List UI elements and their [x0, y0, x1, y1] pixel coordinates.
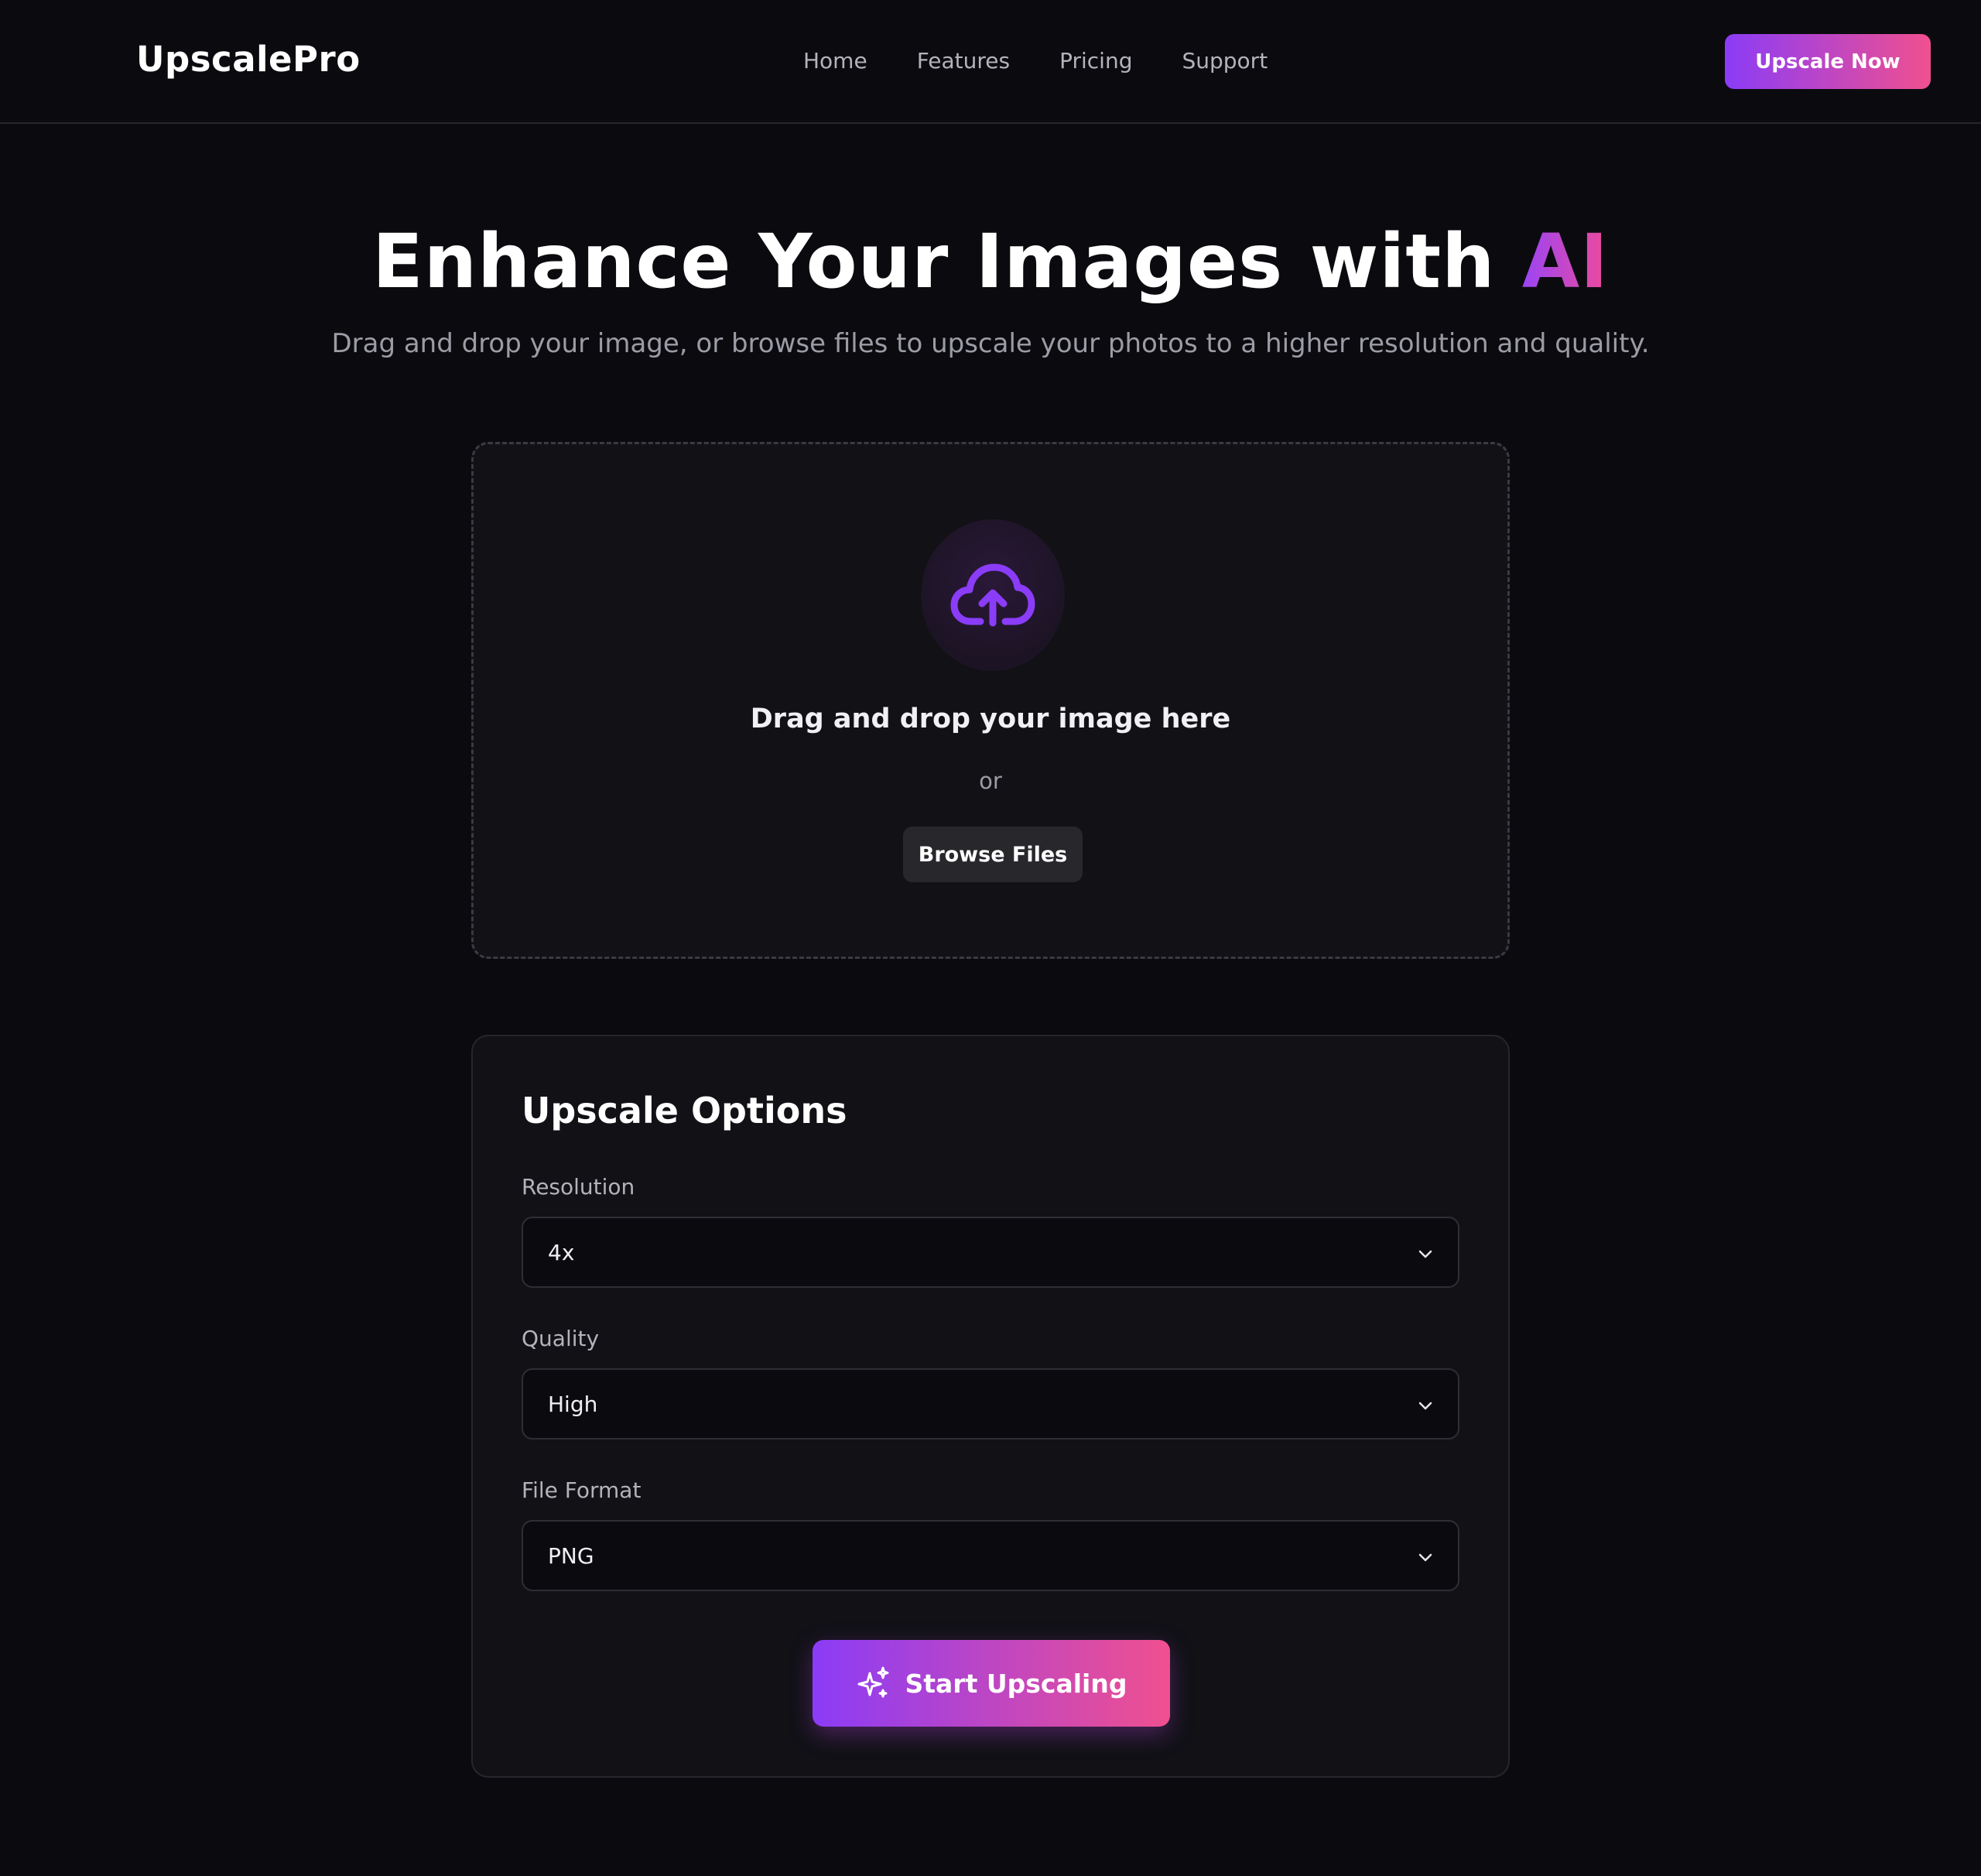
- dropzone-title: Drag and drop your image here: [750, 704, 1231, 734]
- options-title: Upscale Options: [522, 1090, 847, 1131]
- file-format-value: PNG: [548, 1543, 594, 1569]
- page-subtitle: Drag and drop your image, or browse file…: [331, 328, 1650, 359]
- chevron-down-icon: [1418, 1553, 1432, 1562]
- start-upscaling-label: Start Upscaling: [905, 1668, 1127, 1699]
- quality-select[interactable]: High: [522, 1368, 1459, 1440]
- page-title-accent: AI: [1521, 218, 1609, 305]
- chevron-down-icon: [1418, 1402, 1432, 1410]
- nav-home[interactable]: Home: [803, 48, 867, 74]
- logo[interactable]: UpscalePro: [136, 39, 361, 80]
- nav-support[interactable]: Support: [1182, 48, 1268, 74]
- cloud-upload-icon: [950, 563, 1035, 627]
- start-upscaling-button[interactable]: Start Upscaling: [813, 1640, 1170, 1727]
- browse-files-button[interactable]: Browse Files: [903, 827, 1083, 882]
- upscale-now-button[interactable]: Upscale Now: [1725, 34, 1931, 89]
- top-navbar: UpscalePro Home Features Pricing Support…: [0, 0, 1981, 124]
- nav-features[interactable]: Features: [917, 48, 1010, 74]
- page-title-main: Enhance Your Images with: [372, 218, 1522, 305]
- resolution-label: Resolution: [522, 1174, 635, 1200]
- nav-pricing[interactable]: Pricing: [1059, 48, 1132, 74]
- upload-icon-circle: [921, 519, 1065, 671]
- main-nav: Home Features Pricing Support: [803, 48, 1268, 74]
- chevron-down-icon: [1418, 1250, 1432, 1258]
- image-dropzone[interactable]: Drag and drop your image here or Browse …: [471, 442, 1510, 959]
- file-format-select[interactable]: PNG: [522, 1520, 1459, 1591]
- upscale-options-card: Upscale Options Resolution 4x Quality Hi…: [471, 1035, 1510, 1778]
- quality-value: High: [548, 1392, 598, 1417]
- page-title: Enhance Your Images with AI: [0, 218, 1981, 305]
- quality-label: Quality: [522, 1326, 600, 1351]
- resolution-value: 4x: [548, 1240, 575, 1265]
- dropzone-or: or: [979, 768, 1002, 794]
- resolution-select[interactable]: 4x: [522, 1217, 1459, 1288]
- sparkles-icon: [857, 1666, 888, 1698]
- file-format-label: File Format: [522, 1477, 642, 1503]
